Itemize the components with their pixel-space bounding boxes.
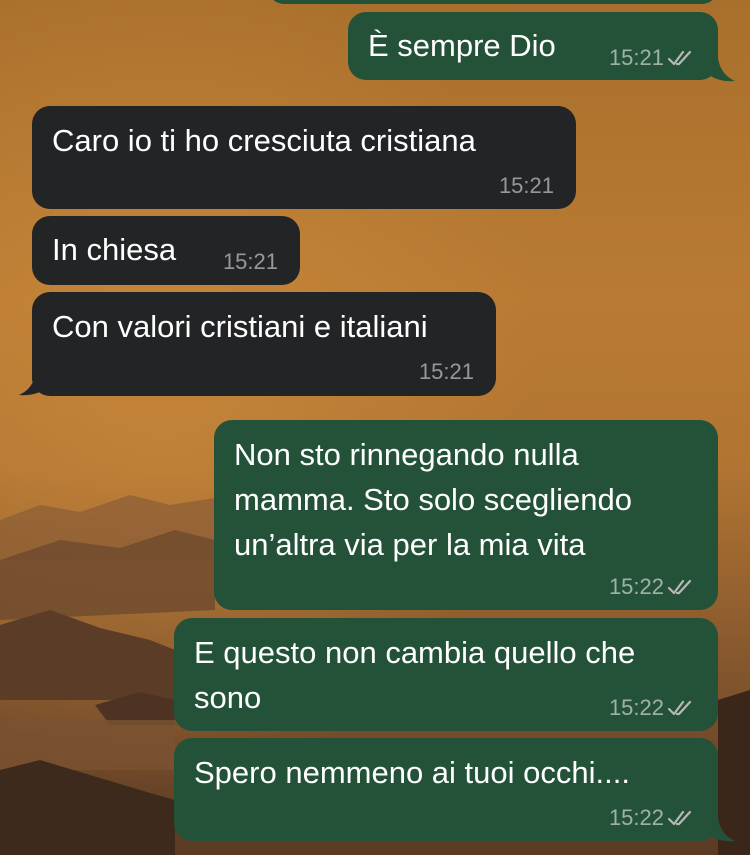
double-check-icon [668,810,692,826]
message-bubble-outgoing[interactable]: E questo non cambia quello che sono 15:2… [174,618,718,731]
double-check-icon [668,579,692,595]
message-bubble-incoming[interactable]: In chiesa 15:21 [32,216,300,285]
message-bubble-incoming[interactable]: Caro io ti ho cresciuta cristiana 15:21 [32,106,576,209]
double-check-icon [668,700,692,716]
double-check-icon [668,50,692,66]
message-bubble-outgoing[interactable]: È sempre Dio 15:21 [348,12,718,80]
message-time: 15:21 [498,173,554,198]
message-text: Caro io ti ho cresciuta cristiana [52,123,476,158]
message-bubble-incoming[interactable]: Con valori cristiani e italiani 15:21 [32,292,496,396]
bubble-tail [706,58,735,82]
previous-message-bubble [268,0,718,4]
message-bubble-outgoing[interactable]: Non sto rinnegando nulla mamma. Sto solo… [214,420,718,610]
message-bubble-outgoing[interactable]: Spero nemmeno ai tuoi occhi.... 15:22 [174,738,718,841]
message-text: Non sto rinnegando nulla mamma. Sto solo… [234,437,633,562]
message-text: Spero nemmeno ai tuoi occhi.... [194,755,630,790]
message-text: E questo non cambia quello che sono [194,635,636,715]
message-time: 15:22 [608,695,664,720]
bubble-tail [19,372,48,396]
message-time: 15:22 [608,805,664,830]
message-time: 15:21 [222,249,278,274]
message-time: 15:21 [608,45,664,70]
message-text: È sempre Dio [368,28,556,63]
message-time: 15:21 [418,359,474,384]
bubble-tail [706,818,735,842]
message-list[interactable]: È sempre Dio 15:21 Caro io ti ho cresciu… [0,0,750,855]
message-text: In chiesa [52,232,177,267]
message-time: 15:22 [608,574,664,599]
message-text: Con valori cristiani e italiani [52,309,428,344]
